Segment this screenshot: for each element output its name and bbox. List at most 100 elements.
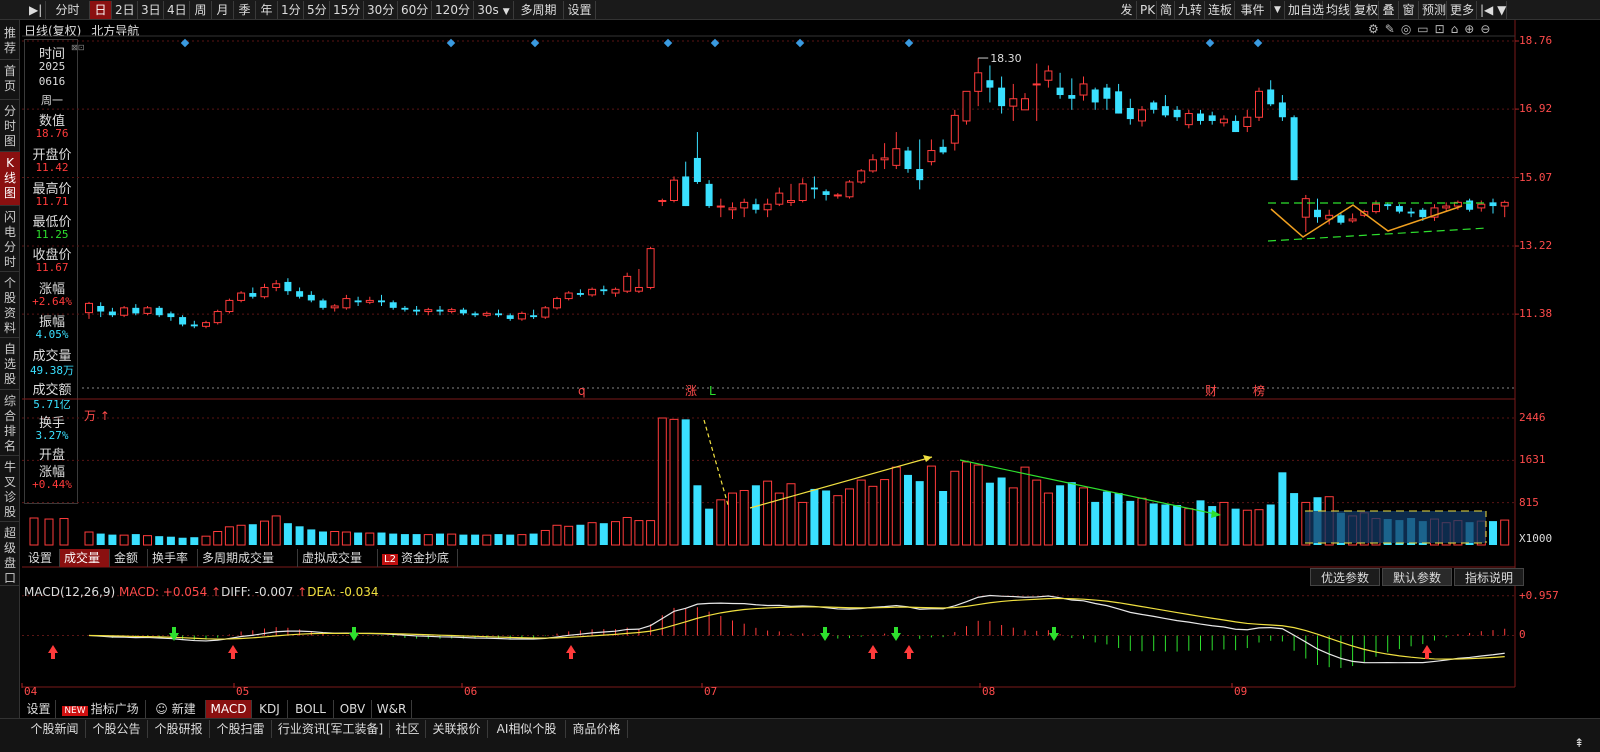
volume-bar: [447, 533, 457, 546]
indicator-tab[interactable]: OBV: [334, 700, 372, 718]
month-label: 06: [464, 685, 478, 698]
volume-tab[interactable]: 金额: [110, 549, 148, 567]
candle: [1219, 115, 1228, 127]
volume-axis-label: 2446: [1519, 411, 1546, 424]
candle: [249, 287, 257, 299]
volume-bar: [1161, 504, 1170, 545]
volume-bar: [319, 531, 327, 545]
candle: [752, 198, 760, 214]
bottom-tab[interactable]: 商品价格: [566, 720, 628, 738]
volume-bar: [786, 483, 796, 546]
candle: [845, 180, 854, 199]
volume-bar: [915, 481, 924, 545]
volume-bar: [763, 480, 773, 546]
candle: [904, 146, 912, 173]
volume-bar: [599, 523, 608, 545]
indicator-tab-label: 指标广场: [90, 702, 139, 716]
volume-bar: [459, 534, 468, 545]
volume-tab[interactable]: 多周期成交量: [198, 549, 298, 567]
candle: [682, 161, 690, 207]
candle: [179, 315, 187, 327]
candle: [413, 305, 421, 316]
bottom-tab[interactable]: 个股扫雷: [210, 720, 272, 738]
volume-highlight-box: [1305, 511, 1486, 543]
volume-bar: [155, 536, 164, 545]
candle: [810, 176, 818, 199]
volume-tab[interactable]: 换手率: [148, 549, 198, 567]
candle: [564, 291, 573, 301]
volume-bar: [681, 419, 690, 545]
expand-panel-icon[interactable]: ⇞: [1574, 736, 1584, 750]
bottom-tab[interactable]: 个股公告: [86, 720, 148, 738]
candle: [1009, 83, 1018, 121]
candle: [1314, 198, 1321, 223]
candle: [1466, 198, 1474, 212]
volume-bar: [143, 535, 152, 546]
volume-tab[interactable]: 设置: [24, 549, 60, 567]
candle: [1138, 106, 1146, 127]
buy-arrow-icon: [566, 645, 576, 653]
macd-param-button[interactable]: 优选参数: [1310, 568, 1380, 586]
volume-up-arrow-icon: ↑: [99, 409, 110, 423]
volume-bar: [997, 477, 1006, 545]
indicator-tab-label: 新建: [171, 702, 196, 716]
volume-bar: [1500, 519, 1510, 546]
volume-bar: [669, 418, 679, 546]
candle: [167, 311, 175, 321]
sell-arrow-icon: [823, 627, 827, 633]
indicator-tab-label: OBV: [339, 702, 366, 716]
bottom-tab[interactable]: 社区: [390, 720, 426, 738]
volume-tab[interactable]: 成交量: [60, 549, 110, 567]
bottom-tab[interactable]: 关联报价: [426, 720, 488, 738]
volume-bar: [868, 485, 878, 546]
kline-chart[interactable]: 18.30 q 涨 L 财 榜: [0, 0, 1600, 752]
volume-bar: [926, 465, 936, 546]
volume-bar: [1079, 487, 1088, 546]
candle: [775, 187, 784, 207]
volume-bar: [1056, 485, 1065, 545]
indicator-tab[interactable]: BOLL: [288, 700, 334, 718]
volume-bar: [622, 516, 632, 546]
candle: [342, 294, 351, 310]
bottom-tab[interactable]: 行业资讯[军工装备]: [272, 720, 390, 738]
candle: [950, 109, 959, 151]
volume-bar: [260, 520, 269, 546]
price-axis-label: 11.38: [1519, 307, 1553, 321]
event-mark: 涨: [685, 383, 697, 398]
candle: [916, 139, 924, 190]
volume-tab-label: 金额: [114, 551, 139, 565]
macd-value: MACD: +0.054: [118, 585, 208, 599]
indicator-tab[interactable]: NEW 指标广场: [56, 700, 146, 718]
month-label: 07: [704, 685, 718, 698]
macd-param-button[interactable]: 默认参数: [1382, 568, 1452, 586]
bottom-tab[interactable]: 个股新闻: [24, 720, 86, 738]
candle: [482, 311, 491, 318]
volume-tab[interactable]: 虚拟成交量: [298, 549, 378, 567]
volume-tab[interactable]: L2 资金抄底: [378, 549, 458, 567]
volume-trend-dash: [703, 419, 729, 506]
volume-tab-label: 成交量: [64, 551, 101, 565]
indicator-tab[interactable]: ☺ 新建: [146, 700, 206, 718]
indicator-tab-label: KDJ: [259, 702, 280, 716]
volume-tab-label: 虚拟成交量: [302, 551, 363, 565]
indicator-tab[interactable]: W&R: [372, 700, 412, 718]
macd-header: MACD(12,26,9) MACD: +0.054 ↑DIFF: -0.007…: [24, 585, 379, 599]
volume-bar: [1008, 487, 1018, 546]
volume-bar: [471, 534, 480, 545]
volume-axis-label: 815: [1519, 495, 1539, 509]
macd-param-button[interactable]: 指标说明: [1454, 568, 1524, 586]
candle: [670, 176, 678, 203]
indicator-tab[interactable]: 设置: [22, 700, 56, 718]
indicator-tab[interactable]: MACD: [206, 700, 252, 718]
candle: [378, 294, 385, 306]
volume-bar: [904, 474, 912, 545]
bottom-tab[interactable]: AI相似个股: [488, 720, 566, 738]
bottom-tab[interactable]: 个股研报: [148, 720, 210, 738]
volume-bar: [1102, 491, 1111, 545]
indicator-tab[interactable]: KDJ: [252, 700, 288, 718]
candle: [190, 320, 198, 329]
month-label: 04: [24, 685, 38, 698]
volume-bar: [96, 533, 105, 545]
candle: [892, 132, 901, 170]
volume-bar: [693, 485, 702, 545]
